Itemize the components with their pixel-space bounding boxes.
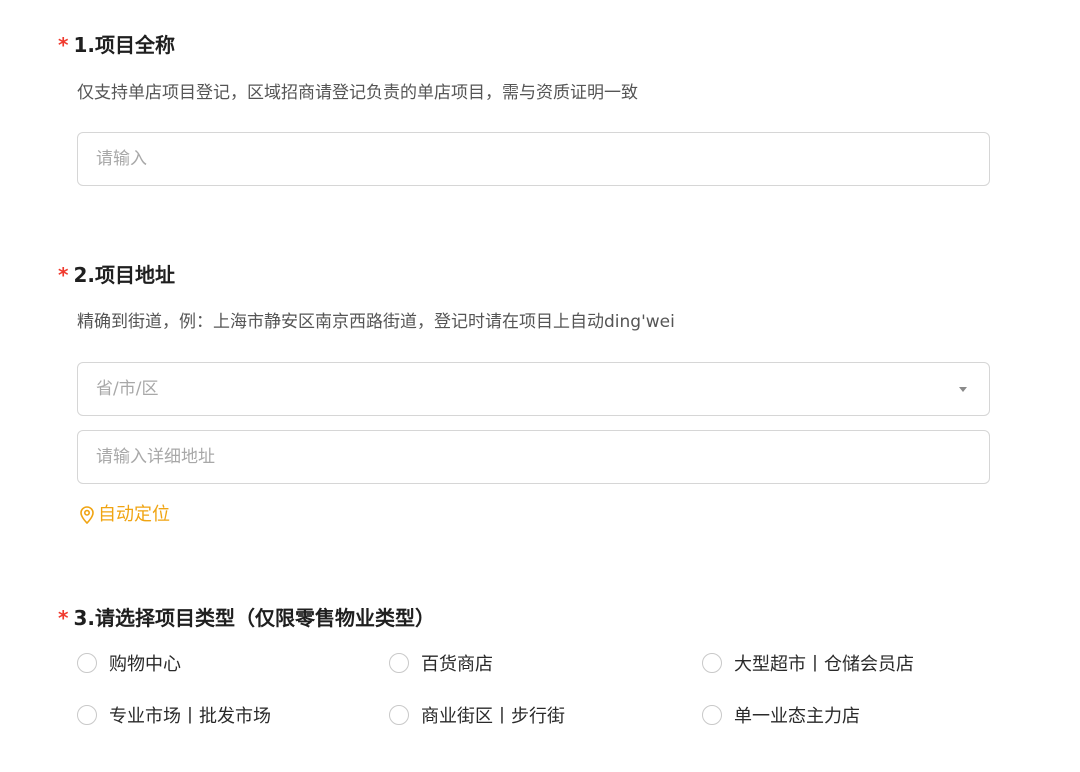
radio-circle[interactable] xyxy=(389,705,409,725)
required-mark: * xyxy=(58,606,69,630)
q1-title-text: 1.项目全称 xyxy=(73,33,175,57)
radio-circle[interactable] xyxy=(702,653,722,673)
radio-option-anchor-store[interactable]: 单一业态主力店 xyxy=(702,702,860,728)
radio-label: 商业街区丨步行街 xyxy=(421,706,565,727)
region-select[interactable]: 省/市/区 xyxy=(77,362,990,416)
radio-option-hypermarket[interactable]: 大型超市丨仓储会员店 xyxy=(702,650,914,676)
auto-locate-label: 自动定位 xyxy=(98,504,170,525)
radio-option-commercial-street[interactable]: 商业街区丨步行街 xyxy=(389,702,565,728)
caret-down-icon xyxy=(959,387,967,392)
radio-option-specialty-market[interactable]: 专业市场丨批发市场 xyxy=(77,702,271,728)
q3-title: * 3.请选择项目类型（仅限零售物业类型） xyxy=(58,605,435,631)
detail-address-input[interactable] xyxy=(78,431,989,483)
radio-label: 购物中心 xyxy=(109,654,181,675)
q2-title-text: 2.项目地址 xyxy=(73,263,175,287)
radio-option-department-store[interactable]: 百货商店 xyxy=(389,650,493,676)
radio-label: 专业市场丨批发市场 xyxy=(109,706,271,727)
q1-title: * 1.项目全称 xyxy=(58,32,175,58)
auto-locate-button[interactable]: 自动定位 xyxy=(80,503,170,527)
radio-circle[interactable] xyxy=(702,705,722,725)
detail-address-field xyxy=(77,430,990,484)
project-name-input[interactable] xyxy=(78,133,989,185)
q3-title-text: 3.请选择项目类型（仅限零售物业类型） xyxy=(73,606,435,630)
q2-description: 精确到街道，例：上海市静安区南京西路街道，登记时请在项目上自动ding'wei xyxy=(77,312,675,332)
radio-label: 单一业态主力店 xyxy=(734,706,860,727)
required-mark: * xyxy=(58,263,69,287)
q1-description: 仅支持单店项目登记，区域招商请登记负责的单店项目，需与资质证明一致 xyxy=(77,83,638,103)
region-select-value: 省/市/区 xyxy=(96,379,159,399)
radio-circle[interactable] xyxy=(77,705,97,725)
radio-label: 大型超市丨仓储会员店 xyxy=(734,654,914,675)
project-name-field xyxy=(77,132,990,186)
radio-circle[interactable] xyxy=(389,653,409,673)
radio-circle[interactable] xyxy=(77,653,97,673)
required-mark: * xyxy=(58,33,69,57)
radio-option-shopping-center[interactable]: 购物中心 xyxy=(77,650,181,676)
radio-label: 百货商店 xyxy=(421,654,493,675)
location-pin-icon xyxy=(80,506,94,524)
q2-title: * 2.项目地址 xyxy=(58,262,175,288)
